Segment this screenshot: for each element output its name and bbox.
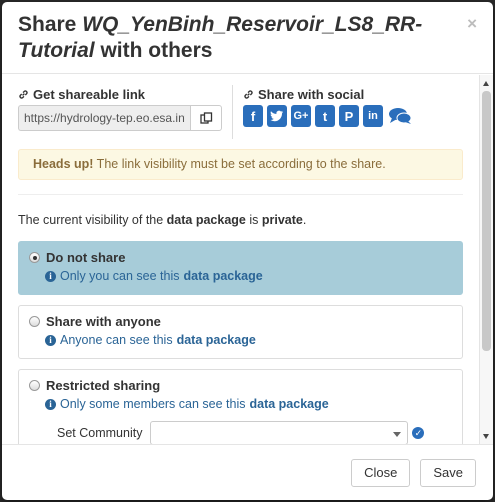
info-icon: i <box>45 334 56 346</box>
dialog-body: Get shareable link Share with social f <box>2 75 493 445</box>
community-select[interactable] <box>150 421 409 445</box>
visibility-prefix: The current visibility of the <box>18 213 167 227</box>
scroll-up-icon[interactable] <box>483 81 489 86</box>
twitter-icon[interactable] <box>267 105 287 127</box>
share-social-label: Share with social <box>243 85 413 103</box>
close-button[interactable]: Close <box>351 458 411 487</box>
scroll-down-icon[interactable] <box>483 434 489 439</box>
option-label: Do not share <box>46 250 126 265</box>
visibility-middle: is <box>245 213 262 227</box>
dialog-title: Share WQ_YenBinh_Reservoir_LS8_RR-Tutori… <box>18 12 438 64</box>
option-info: i Anyone can see this data package <box>29 333 452 347</box>
info-object: data package <box>249 397 329 411</box>
option-share-with-anyone[interactable]: Share with anyone i Anyone can see this … <box>18 305 463 359</box>
info-text: Anyone can see this <box>60 333 173 347</box>
scrollbar-thumb[interactable] <box>482 91 491 351</box>
info-object: data package <box>176 333 256 347</box>
visibility-suffix: . <box>302 213 307 227</box>
divider <box>18 194 463 195</box>
scrollbar[interactable] <box>479 75 493 445</box>
copy-icon <box>199 111 212 124</box>
option-restricted-sharing[interactable]: Restricted sharing i Only some members c… <box>18 369 463 445</box>
option-info: i Only some members can see this data pa… <box>29 397 452 411</box>
option-label: Restricted sharing <box>46 378 161 393</box>
share-dialog: Share WQ_YenBinh_Reservoir_LS8_RR-Tutori… <box>2 2 493 500</box>
chat-icon[interactable] <box>387 105 413 127</box>
link-icon <box>19 89 28 99</box>
shareable-link-label: Get shareable link <box>18 85 222 103</box>
share-row: Get shareable link Share with social f <box>18 85 463 139</box>
alert-text: The link visibility must be set accordin… <box>93 157 386 171</box>
option-row: Share with anyone <box>29 314 452 329</box>
info-text: Only you can see this <box>60 269 180 283</box>
info-object: data package <box>183 269 263 283</box>
option-do-not-share[interactable]: Do not share i Only you can see this dat… <box>18 241 463 295</box>
share-social-section: Share with social f G+ t P in <box>233 85 413 139</box>
link-input-group <box>18 105 222 131</box>
check-icon[interactable]: ✓ <box>412 427 425 439</box>
option-info: i Only you can see this data package <box>29 269 452 283</box>
google-plus-icon[interactable]: G+ <box>291 105 311 127</box>
shareable-link-text: Get shareable link <box>33 86 145 102</box>
community-row: Set Community ✓ <box>29 421 452 445</box>
info-icon: i <box>45 398 56 410</box>
title-prefix: Share <box>18 13 83 36</box>
share-social-text: Share with social <box>258 86 365 102</box>
shareable-link-input[interactable] <box>18 105 190 131</box>
shareable-link-section: Get shareable link <box>18 85 233 139</box>
option-row: Restricted sharing <box>29 378 452 393</box>
social-buttons: f G+ t P in <box>243 105 413 127</box>
radio-restricted-sharing[interactable] <box>29 380 40 391</box>
visibility-statement: The current visibility of the data packa… <box>18 213 463 227</box>
visibility-state: private <box>261 213 303 227</box>
save-button[interactable]: Save <box>420 458 476 487</box>
alert-strong: Heads up! <box>33 157 94 171</box>
pinterest-icon[interactable]: P <box>339 105 359 127</box>
tumblr-icon[interactable]: t <box>315 105 335 127</box>
facebook-icon[interactable]: f <box>243 105 263 127</box>
radio-do-not-share[interactable] <box>29 252 40 263</box>
close-icon[interactable]: × <box>467 14 477 34</box>
dialog-header: Share WQ_YenBinh_Reservoir_LS8_RR-Tutori… <box>2 2 493 74</box>
radio-share-with-anyone[interactable] <box>29 316 40 327</box>
info-text: Only some members can see this <box>60 397 246 411</box>
option-row: Do not share <box>29 250 452 265</box>
dialog-footer: Close Save <box>2 444 493 500</box>
copy-link-button[interactable] <box>190 105 222 131</box>
info-icon: i <box>45 270 56 282</box>
visibility-object: data package <box>166 213 246 227</box>
link-icon <box>244 89 253 99</box>
heads-up-alert: Heads up! The link visibility must be se… <box>18 149 463 180</box>
title-suffix: with others <box>94 39 213 62</box>
community-label: Set Community <box>57 426 143 440</box>
option-label: Share with anyone <box>46 314 161 329</box>
linkedin-icon[interactable]: in <box>363 105 383 127</box>
